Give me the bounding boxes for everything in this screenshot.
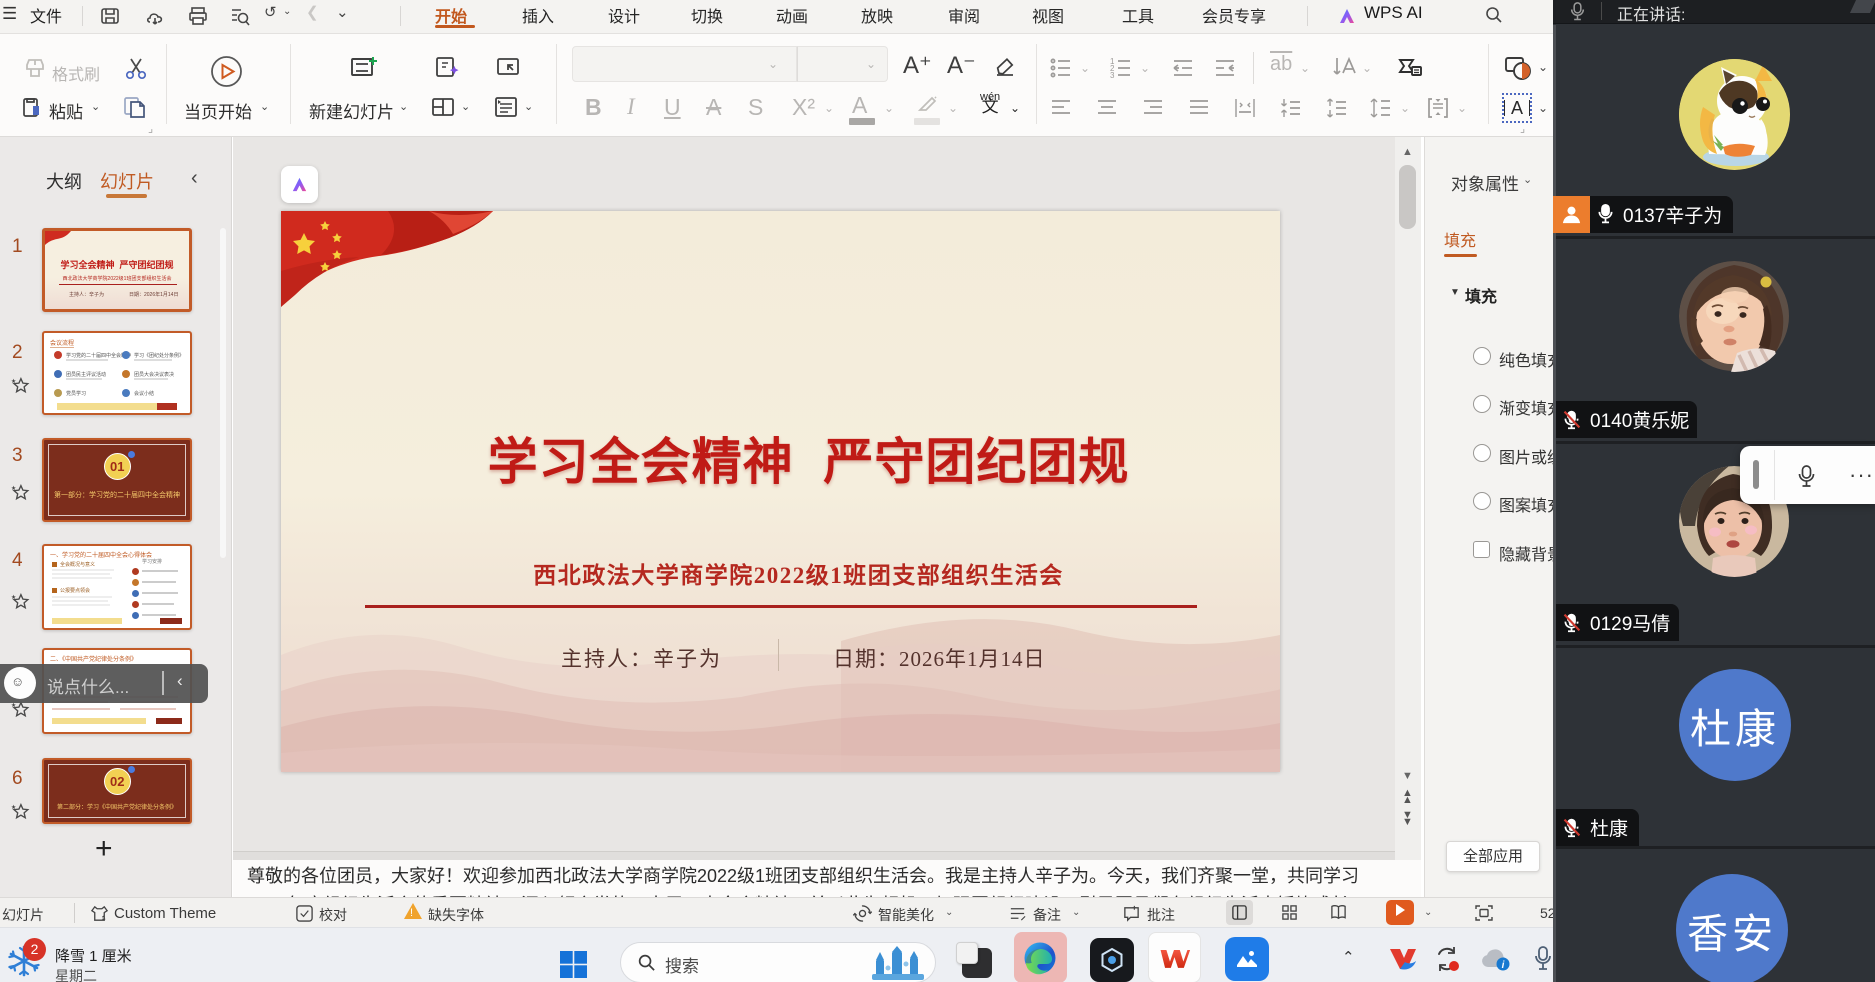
svg-text:i: i	[1502, 960, 1505, 971]
svg-text:3: 3	[1110, 71, 1115, 80]
